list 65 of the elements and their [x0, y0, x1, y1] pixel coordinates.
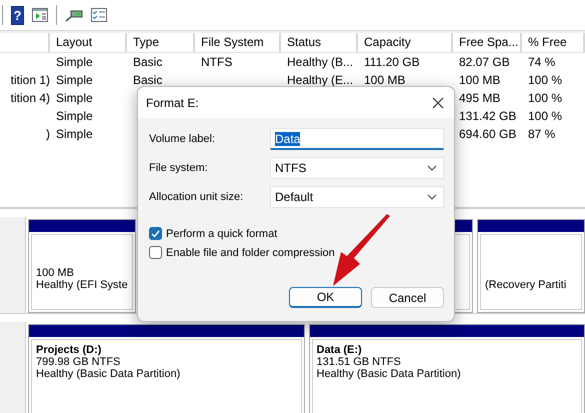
table-cell-text: 694.60 GB: [458, 126, 518, 143]
close-button[interactable]: [430, 94, 446, 110]
checkbox-label: Enable file and folder compression: [166, 246, 335, 258]
partition-info: Healthy (EFI Syste: [36, 279, 128, 291]
partition-info: 131.51 GB NTFS: [316, 356, 402, 368]
table-cell-text: 100 %: [527, 90, 564, 107]
dropdown[interactable]: NTFS: [270, 157, 444, 179]
table-cell-text: NTFS: [200, 54, 234, 71]
console-tree-icon[interactable]: [32, 8, 48, 22]
partition-info: 100 MB: [36, 267, 75, 279]
checkbox-label: Perform a quick format: [166, 228, 278, 240]
table-cell-text: 495 MB: [458, 90, 502, 107]
partition-title: Projects (D:): [36, 344, 102, 356]
table-cell-text: Simple: [55, 108, 94, 125]
column-header[interactable]: Free Spa...: [453, 33, 522, 52]
field-label: File system:: [149, 162, 209, 174]
field-label: Allocation unit size:: [149, 191, 244, 203]
column-header[interactable]: % Free: [522, 33, 585, 52]
table-cell-text: Basic: [132, 72, 164, 89]
checkbox[interactable]: [149, 246, 162, 259]
partition-info: Healthy (Basic Data Partition): [36, 368, 182, 380]
partition-block[interactable]: Data (E:) 131.51 GB NTFS Healthy (Basic Data Partition): [308, 324, 585, 413]
table-cell-text: Basic: [132, 54, 164, 71]
table-cell-text: Simple: [55, 90, 94, 107]
column-header[interactable]: Type: [127, 33, 195, 52]
dialog-button[interactable]: OK: [289, 287, 362, 308]
partition-title: Data (E:): [316, 344, 363, 356]
table-cell-text: Healthy (B...: [286, 54, 354, 71]
table-cell-text: 131.42 GB: [458, 108, 518, 125]
checklist-icon[interactable]: [91, 8, 107, 22]
table-cell-text: 100 %: [527, 72, 564, 89]
dialog-title: Format E:: [146, 96, 199, 110]
table-cell-text: tition 4): [10, 90, 50, 107]
table-cell-text: tition 1): [10, 72, 50, 89]
partition-info: Healthy (Basic Data Partition): [316, 368, 462, 380]
table-cell-text: ): [45, 126, 50, 143]
table-cell-text: 87 %: [527, 126, 556, 143]
column-header[interactable]: Capacity: [358, 33, 453, 52]
table-cell-text: 82.07 GB: [458, 54, 511, 71]
table-cell-text: 100 %: [527, 108, 564, 125]
table-cell-text: 100 MB: [363, 72, 406, 89]
table-cell-text: 111.20 GB: [363, 54, 421, 71]
table-cell-text: 100 MB: [458, 72, 502, 89]
checkbox[interactable]: [149, 227, 162, 240]
input-field[interactable]: Data: [270, 128, 444, 150]
dropdown[interactable]: Default: [270, 186, 444, 208]
cable-icon[interactable]: [65, 8, 83, 22]
dialog-button[interactable]: Cancel: [371, 287, 444, 308]
column-header[interactable]: Layout: [50, 33, 127, 52]
partition-block[interactable]: 100 MB Healthy (EFI Syste: [28, 219, 136, 313]
column-header[interactable]: Status: [281, 33, 358, 52]
table-cell-text: Simple: [55, 72, 94, 89]
table-cell-text: Simple: [55, 54, 94, 71]
chevron-down-icon: [427, 194, 437, 200]
help-icon[interactable]: ?: [11, 6, 24, 24]
chevron-down-icon: [427, 165, 437, 171]
table-cell-text: 74 %: [527, 54, 556, 71]
partition-block[interactable]: (Recovery Partiti: [477, 219, 585, 313]
partition-block[interactable]: Projects (D:) 799.98 GB NTFS Healthy (Basic Data Partition): [28, 324, 304, 413]
field-label: Volume label:: [149, 133, 216, 145]
table-cell-text: Simple: [55, 126, 94, 143]
partition-info: (Recovery Partiti: [485, 279, 568, 291]
partition-info: 799.98 GB NTFS: [36, 356, 122, 368]
column-header[interactable]: File System: [195, 33, 281, 52]
table-cell-text: Healthy (E...: [286, 72, 354, 89]
